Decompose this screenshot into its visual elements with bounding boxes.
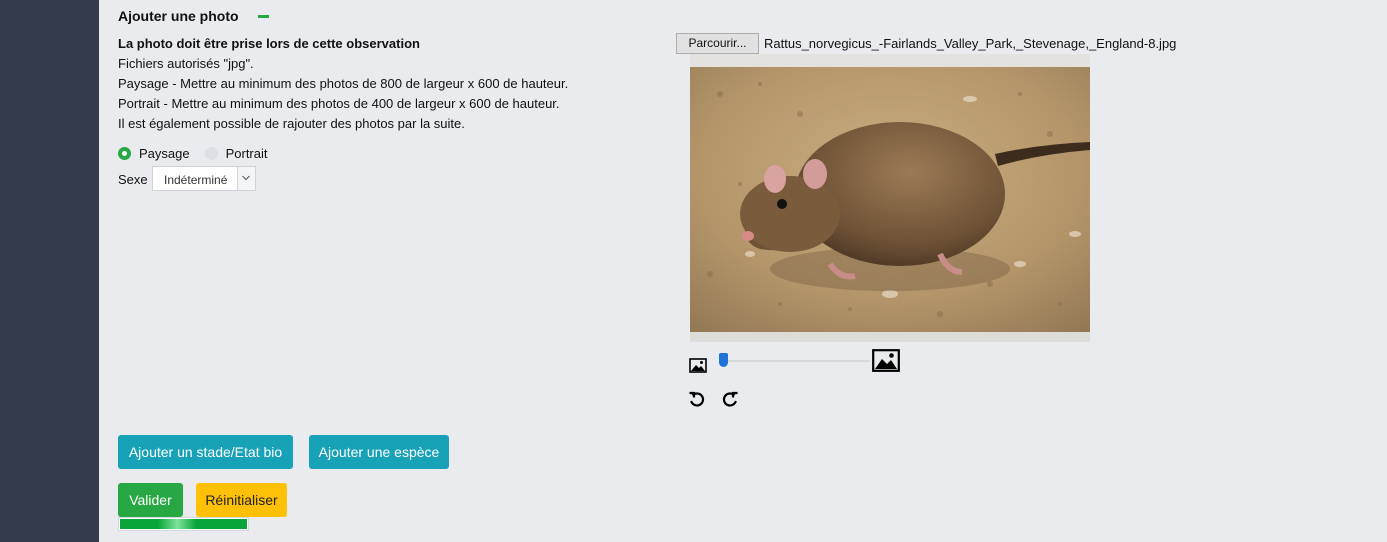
instructions-line: Il est également possible de rajouter de… [118,116,465,131]
instructions-heading: La photo doit être prise lors de cette o… [118,36,420,51]
section-title: Ajouter une photo [118,8,239,24]
minus-icon[interactable] [258,15,269,18]
instructions-line: Paysage - Mettre au minimum des photos d… [118,76,569,91]
radio-paysage[interactable] [118,147,131,160]
sexe-select-value: Indéterminé [164,173,228,187]
add-stage-button[interactable]: Ajouter un stade/Etat bio [118,435,293,469]
photo-instructions: La photo doit être prise lors de cette o… [118,34,568,134]
selected-filename: Rattus_norvegicus_-Fairlands_Valley_Park… [764,36,1177,51]
image-small-icon[interactable] [689,358,707,373]
submit-button[interactable]: Valider [118,483,183,517]
zoom-slider-handle[interactable] [718,353,728,367]
sexe-label: Sexe [118,172,148,187]
radio-portrait-label[interactable]: Portrait [226,146,268,161]
orientation-radio-group: Paysage Portrait [118,146,268,161]
radio-paysage-label[interactable]: Paysage [139,146,190,161]
upload-progress-bar [118,517,249,531]
left-sidebar [0,0,99,542]
rotate-left-icon[interactable] [688,390,706,408]
sexe-select[interactable]: Indéterminé [152,166,256,191]
radio-portrait[interactable] [204,147,218,160]
upload-progress-fill [120,519,247,529]
chevron-down-icon [237,167,255,190]
rotate-right-icon[interactable] [721,390,739,408]
zoom-slider-track[interactable] [720,360,870,362]
instructions-line: Portrait - Mettre au minimum des photos … [118,96,560,111]
image-large-icon[interactable] [872,349,900,372]
instructions-line: Fichiers autorisés "jpg". [118,56,254,71]
reset-button[interactable]: Réinitialiser [196,483,287,517]
browse-button[interactable]: Parcourir... [676,33,759,54]
add-species-button[interactable]: Ajouter une espèce [309,435,449,469]
main-panel: Ajouter une photo La photo doit être pri… [99,0,1387,542]
photo-preview[interactable] [690,54,1090,342]
